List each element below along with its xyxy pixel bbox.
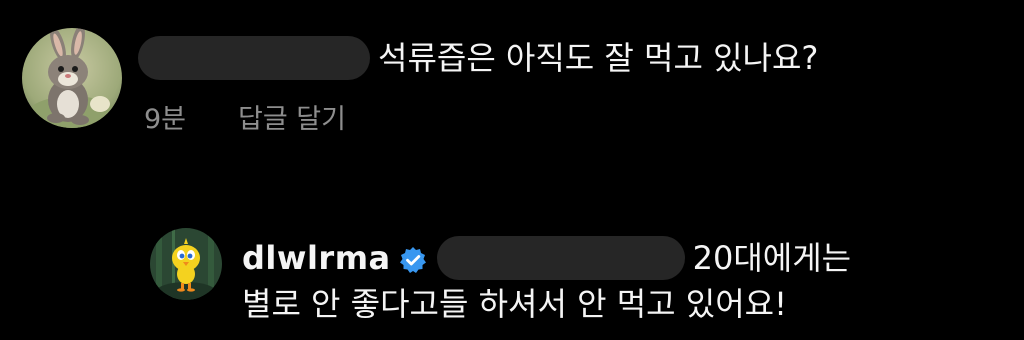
comment-item: 석류즙은 아직도 잘 먹고 있나요? 9분 답글 달기 — [22, 28, 1002, 148]
reply-text-part1: 20대에게는 — [692, 239, 852, 277]
reply-item: dlwlrma 20대에게는 별로 안 좋다고들 하셔서 안 먹고 있어요! — [150, 228, 1010, 338]
comment-meta: 9분 답글 달기 — [144, 102, 346, 138]
reply-text-line-2: 별로 안 좋다고들 하셔서 안 먹고 있어요! — [242, 284, 787, 324]
redacted-username — [138, 36, 370, 80]
comment-text: 석류즙은 아직도 잘 먹고 있나요? — [378, 39, 819, 77]
reply-text-part2: 별로 안 좋다고들 하셔서 안 먹고 있어요! — [242, 285, 787, 323]
comment-text-line: 석류즙은 아직도 잘 먹고 있나요? — [138, 36, 819, 82]
reply-text-line: dlwlrma 20대에게는 — [242, 236, 852, 282]
commenter-avatar[interactable] — [22, 28, 122, 128]
reply-button[interactable]: 답글 달기 — [238, 104, 346, 135]
verified-badge-icon — [399, 243, 427, 273]
yellow-bird-avatar-icon — [150, 228, 222, 300]
rabbit-avatar-icon — [22, 28, 122, 128]
reply-username[interactable]: dlwlrma — [242, 239, 391, 277]
redacted-mention — [436, 236, 685, 280]
comment-time: 9분 — [144, 104, 187, 135]
reply-avatar[interactable] — [150, 228, 222, 300]
